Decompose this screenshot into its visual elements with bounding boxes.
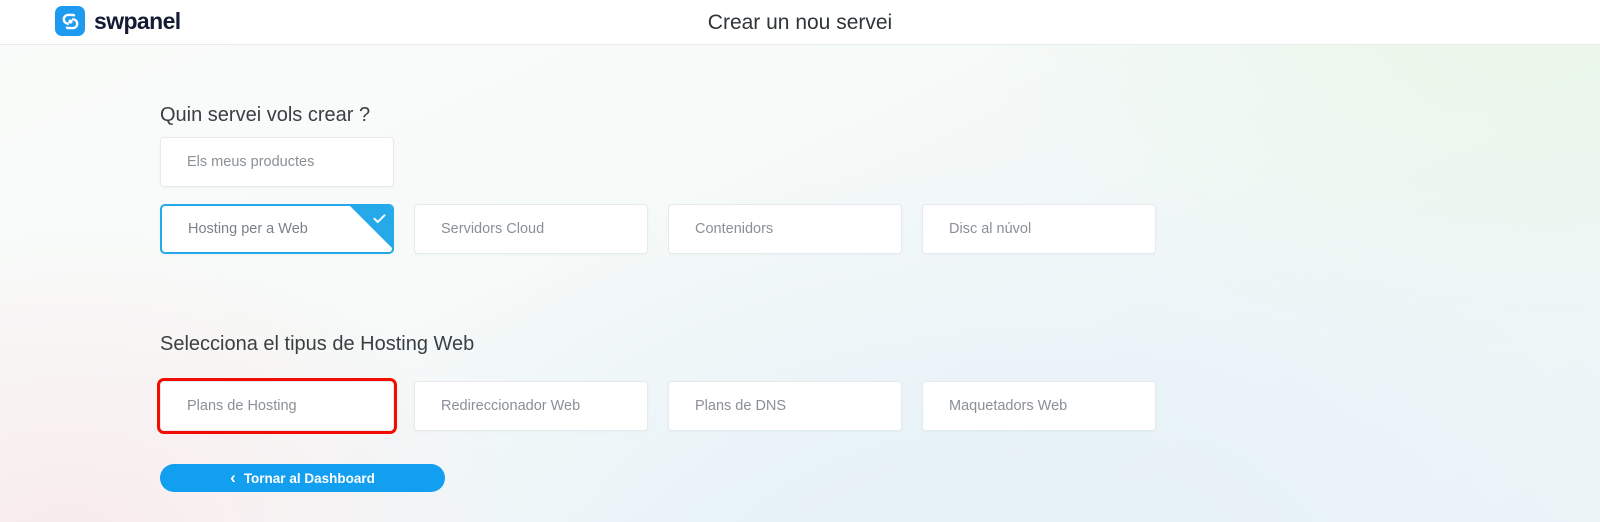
hosting-type-card[interactable]: Plans de Hosting: [157, 378, 397, 434]
service-card-label: Servidors Cloud: [441, 221, 545, 237]
hosting-type-card[interactable]: Maquetadors Web: [922, 381, 1156, 431]
selected-corner-ribbon: [350, 206, 392, 248]
back-to-dashboard-button[interactable]: ‹ Tornar al Dashboard: [160, 464, 445, 492]
page-title: Crear un nou servei: [707, 11, 893, 34]
service-card-label: Contenidors: [695, 221, 774, 237]
product-card-row: Els meus productes: [160, 137, 394, 187]
hosting-type-card[interactable]: Redireccionador Web: [414, 381, 648, 431]
hosting-type-card-label: Maquetadors Web: [949, 398, 1068, 414]
check-icon: [372, 211, 387, 226]
corner-triangle: [350, 206, 392, 248]
section-heading-service-type: Quin servei vols crear ?: [160, 103, 371, 126]
chevron-left-icon: ‹: [230, 467, 236, 487]
product-card[interactable]: Els meus productes: [160, 137, 394, 187]
service-card[interactable]: Contenidors: [668, 204, 902, 254]
service-card-row: Hosting per a Web Servidors Cloud Contenid…: [160, 204, 1156, 254]
hosting-type-card-label: Plans de DNS: [695, 398, 787, 414]
service-card-label: Hosting per a Web: [188, 221, 308, 237]
service-card-label: Disc al núvol: [949, 221, 1032, 237]
back-to-dashboard-label: Tornar al Dashboard: [243, 470, 375, 486]
hosting-card-row: Plans de Hosting Redireccionador Web Plans…: [157, 378, 1156, 434]
section-heading-hosting-type: Selecciona el tipus de Hosting Web: [160, 332, 475, 355]
service-card[interactable]: Disc al núvol: [922, 204, 1156, 254]
hosting-type-card-label: Redireccionador Web: [441, 398, 581, 414]
hosting-type-card[interactable]: Plans de DNS: [668, 381, 902, 431]
page-root: swpanel Crear un nou servei Quin servei …: [0, 0, 1600, 522]
product-card-label: Els meus productes: [187, 154, 315, 170]
hosting-type-card-label: Plans de Hosting: [187, 398, 297, 414]
app-header: swpanel Crear un nou servei: [0, 0, 1600, 45]
service-card[interactable]: Hosting per a Web: [160, 204, 394, 254]
service-card[interactable]: Servidors Cloud: [414, 204, 648, 254]
